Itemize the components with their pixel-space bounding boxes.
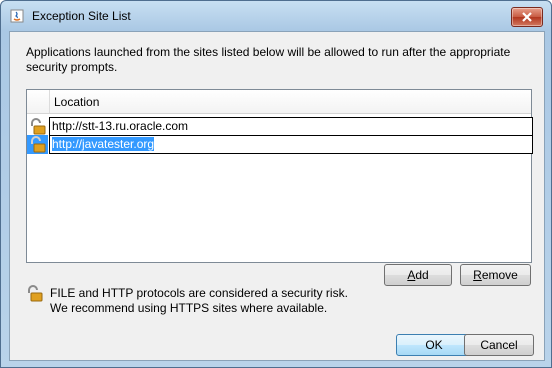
ok-button[interactable]: OK — [396, 334, 472, 356]
location-cell[interactable]: http://javatester.org — [49, 135, 533, 154]
exception-site-list-window: Exception Site List Applications launche… — [0, 0, 552, 368]
title-bar[interactable]: Exception Site List — [1, 1, 551, 31]
remove-button[interactable]: Remove — [460, 264, 531, 286]
header-icon-column — [27, 90, 50, 113]
lock-icon — [31, 136, 46, 153]
location-text: http://stt-13.ru.oracle.com — [52, 119, 189, 133]
window-title: Exception Site List — [32, 9, 131, 23]
close-button[interactable] — [511, 7, 543, 27]
lock-icon — [28, 285, 43, 302]
close-icon — [522, 12, 532, 22]
table-row-selected[interactable]: http://javatester.org — [27, 135, 533, 154]
lock-icon — [31, 118, 46, 135]
warning-line-2: We recommend using HTTPS sites where ava… — [50, 301, 328, 315]
header-location[interactable]: Location — [54, 95, 99, 109]
dialog-content: Applications launched from the sites lis… — [9, 31, 545, 361]
table-row[interactable]: http://stt-13.ru.oracle.com — [27, 117, 533, 136]
add-button[interactable]: Add — [384, 264, 452, 286]
location-cell[interactable]: http://stt-13.ru.oracle.com — [49, 117, 533, 136]
cancel-button[interactable]: Cancel — [464, 334, 534, 356]
warning-line-1: FILE and HTTP protocols are considered a… — [50, 286, 348, 300]
description-text: Applications launched from the sites lis… — [26, 45, 511, 74]
site-list-table[interactable]: Location http://stt-13.ru.oracle.com htt… — [26, 89, 533, 263]
table-header: Location — [27, 90, 531, 114]
remove-label: emove — [481, 268, 518, 282]
add-label: dd — [415, 268, 429, 282]
location-text: http://javatester.org — [52, 137, 155, 151]
remove-mnemonic: R — [473, 268, 482, 282]
java-icon — [10, 9, 24, 23]
